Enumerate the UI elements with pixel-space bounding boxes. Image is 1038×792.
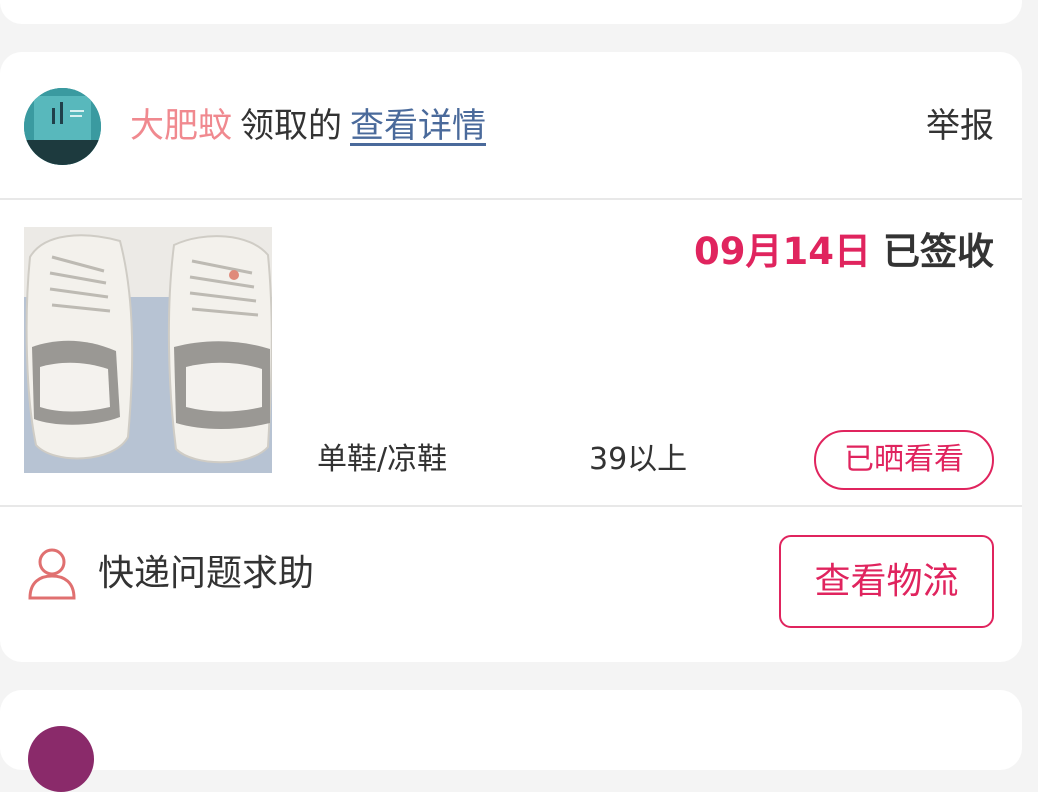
view-details-link[interactable]: 查看详情: [350, 106, 486, 146]
username[interactable]: 大肥蚊: [130, 106, 232, 146]
avatar[interactable]: [28, 726, 94, 792]
previous-order-card: [0, 0, 1022, 24]
next-order-card: [0, 690, 1022, 792]
person-icon: [28, 548, 76, 600]
product-image[interactable]: [24, 227, 272, 473]
order-card: 大肥蚊 领取的 查看详情 举报 09月14日 已签收 单鞋/凉鞋 39以上 已晒…: [0, 52, 1022, 662]
report-button[interactable]: 举报: [926, 104, 994, 148]
delivery-status: 09月14日 已签收: [694, 228, 994, 276]
help-label: 快递问题求助: [98, 553, 315, 594]
delivery-date: 09月14日: [694, 230, 871, 273]
divider: [0, 198, 1022, 200]
divider: [0, 505, 1022, 507]
received-label: 领取的: [240, 106, 342, 146]
avatar[interactable]: [24, 88, 101, 165]
view-logistics-button[interactable]: 查看物流: [779, 535, 994, 628]
status-label: 已签收: [883, 230, 994, 273]
order-header: 大肥蚊 领取的 查看详情 举报: [0, 52, 1022, 198]
view-showcase-button[interactable]: 已晒看看: [814, 430, 994, 490]
order-header-text: 大肥蚊 领取的 查看详情: [130, 104, 486, 148]
product-category: 单鞋/凉鞋: [317, 442, 448, 477]
product-size: 39以上: [589, 442, 688, 477]
